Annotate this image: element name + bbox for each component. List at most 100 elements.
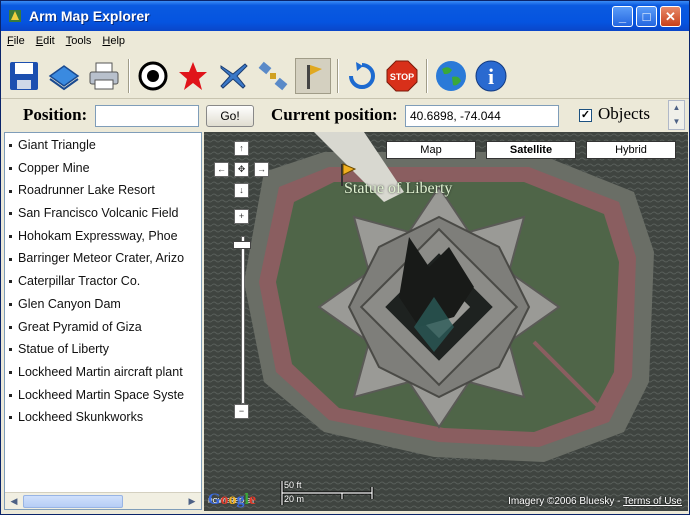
globe-icon [436,60,466,91]
app-logo-icon [9,10,21,22]
list-item-label: Lockheed Skunkworks [18,410,144,425]
bullet-icon [9,189,12,193]
info-text: i [488,64,494,89]
map-type-map-button[interactable]: Map [386,141,476,159]
list-item[interactable]: Giant Triangle [5,137,201,160]
list-item-label: Glen Canyon Dam [18,296,121,311]
list-item-label: Hohokam Expressway, Phoe [18,228,178,243]
list-item[interactable]: Caterpillar Tractor Co. [5,273,201,296]
map-layer-button[interactable] [46,58,82,94]
current-position-field[interactable] [405,105,559,127]
objects-label: Objects [598,104,650,123]
maximize-button[interactable]: □ [636,6,657,27]
bullet-icon [9,212,12,216]
info-button[interactable]: i [473,58,509,94]
scale-meters-label: 20 m [284,494,305,504]
bullet-icon [9,325,12,329]
list-item[interactable]: Glen Canyon Dam [5,296,201,319]
poi-label[interactable]: Statue of Liberty [344,180,452,198]
bullet-icon [9,280,12,284]
toolbar-spin-scroll[interactable]: ▲ ▼ [668,100,685,130]
save-icon [10,61,38,90]
save-button[interactable] [6,58,42,94]
favorite-star-icon [179,61,207,90]
list-item[interactable]: Roadrunner Lake Resort [5,182,201,205]
scroll-down-icon[interactable]: ▼ [669,115,684,129]
list-item[interactable]: Statue of Liberty [5,341,201,364]
zoom-in-button[interactable]: + [234,209,249,224]
airplane-icon [220,62,248,89]
flag-icon [307,64,322,89]
title-bar[interactable]: Arm Map Explorer _ □ ✕ [1,1,689,31]
bullet-icon [9,166,12,170]
menu-file[interactable]: File [7,35,25,47]
target-icon [138,61,168,90]
flag-button[interactable] [295,57,331,94]
list-item[interactable]: Lockheed Martin Space Syste [5,387,201,410]
list-item-label: Copper Mine [18,160,90,175]
zoom-slider-track[interactable] [241,236,245,404]
list-item[interactable]: Great Pyramid of Giza [5,319,201,342]
target-button[interactable] [135,58,171,94]
terms-of-use-link[interactable]: Terms of Use [623,496,682,507]
map-type-satellite-button[interactable]: Satellite [486,141,576,159]
places-list: Giant Triangle Copper Mine Roadrunner Lake… [4,132,202,510]
pan-center-button[interactable]: ✥ [234,162,249,177]
imagery-credit: Imagery ©2006 Bluesky - Terms of Use [508,496,682,507]
list-item-label: Roadrunner Lake Resort [18,183,155,198]
list-item-label: Lockheed Martin aircraft plant [18,364,183,379]
menu-help[interactable]: Help [102,35,125,47]
objects-checkbox[interactable]: ✓ [579,109,592,122]
menu-edit[interactable]: Edit [36,35,55,47]
scrollbar-thumb[interactable] [23,495,123,508]
refresh-icon [349,61,375,89]
pan-right-button[interactable]: → [254,162,269,177]
list-item-label: Giant Triangle [18,138,96,152]
list-item[interactable]: San Francisco Volcanic Field [5,205,201,228]
scroll-left-icon[interactable]: ◀ [7,495,21,508]
scroll-up-icon[interactable]: ▲ [669,101,684,115]
go-button[interactable]: Go! [206,105,254,127]
window-title: Arm Map Explorer [29,8,150,24]
list-item-label: Caterpillar Tractor Co. [18,274,141,289]
current-position-label: Current position: [271,105,398,124]
zoom-out-button[interactable]: − [234,404,249,419]
satellite-button[interactable] [255,58,291,94]
stop-icon: STOP [386,60,418,91]
imagery-credit-text: Imagery ©2006 Bluesky - [508,496,624,507]
bullet-icon [9,303,12,307]
toolbar-separator [426,58,428,93]
pan-down-button[interactable]: ↓ [234,183,249,198]
scroll-right-icon[interactable]: ▶ [185,495,199,508]
app-window: Arm Map Explorer _ □ ✕ File Edit Tools H… [0,0,690,515]
favorite-button[interactable] [175,58,211,94]
refresh-button[interactable] [344,58,380,94]
list-item[interactable]: Barringer Meteor Crater, Arizo [5,250,201,273]
google-logo: Google [208,491,257,508]
bullet-icon [9,393,12,397]
pan-up-button[interactable]: ↑ [234,141,249,156]
stop-button[interactable]: STOP [384,58,420,94]
minimize-button[interactable]: _ [612,6,633,27]
map-type-hybrid-button[interactable]: Hybrid [586,141,676,159]
scale-feet-label: 50 ft [284,480,302,490]
list-horizontal-scrollbar[interactable]: ◀ ▶ [5,492,201,509]
bullet-icon [9,257,12,261]
list-item[interactable]: Lockheed Skunkworks [5,409,201,432]
close-button[interactable]: ✕ [660,6,681,27]
list-item[interactable]: Copper Mine [5,160,201,183]
list-item[interactable]: Lockheed Martin aircraft plant [5,364,201,387]
map-view[interactable]: Map Satellite Hybrid ↑ ← ✥ → ↓ + − Statu… [204,132,688,511]
globe-button[interactable] [433,58,469,94]
toolbar: STOP i [1,53,689,99]
position-input[interactable] [95,105,199,127]
menu-tools[interactable]: Tools [66,35,92,47]
stop-text: STOP [390,72,414,82]
airplane-button[interactable] [215,58,251,94]
print-button[interactable] [86,58,122,94]
zoom-slider-thumb[interactable] [233,240,251,249]
toolbar-separator [128,58,130,93]
list-item[interactable]: Hohokam Expressway, Phoe [5,228,201,251]
pan-left-button[interactable]: ← [214,162,229,177]
list-item-label: Great Pyramid of Giza [18,319,142,334]
